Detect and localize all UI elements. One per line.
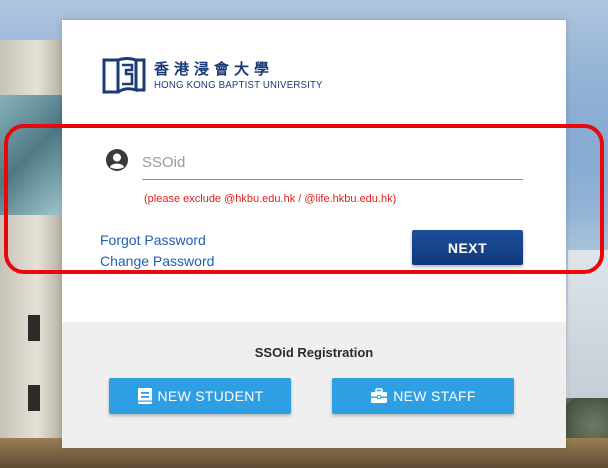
university-logo: 香港浸會大學 HONG KONG BAPTIST UNIVERSITY xyxy=(102,56,337,96)
new-student-label: NEW STUDENT xyxy=(157,388,264,404)
book-icon xyxy=(137,388,152,404)
forgot-password-link[interactable]: Forgot Password xyxy=(100,232,206,248)
background-window xyxy=(28,315,40,341)
change-password-link[interactable]: Change Password xyxy=(100,253,214,269)
registration-title: SSOid Registration xyxy=(254,345,374,360)
briefcase-icon xyxy=(371,388,388,403)
new-staff-button[interactable]: NEW STAFF xyxy=(332,378,514,414)
new-student-button[interactable]: NEW STUDENT xyxy=(109,378,291,414)
next-button[interactable]: NEXT xyxy=(412,230,523,265)
background-window xyxy=(28,385,40,411)
login-card: 香港浸會大學 HONG KONG BAPTIST UNIVERSITY (ple… xyxy=(62,20,566,448)
new-staff-label: NEW STAFF xyxy=(393,388,476,404)
university-name-english: HONG KONG BAPTIST UNIVERSITY xyxy=(154,79,323,91)
university-name-chinese: 香港浸會大學 xyxy=(154,60,275,78)
background-glass-facade xyxy=(0,95,62,215)
ssoid-hint: (please exclude @hkbu.edu.hk / @life.hkb… xyxy=(144,193,397,205)
hkbu-logo-icon xyxy=(102,57,146,94)
user-circle-icon xyxy=(106,149,128,171)
ssoid-input[interactable] xyxy=(142,146,523,180)
ssoid-field xyxy=(106,146,523,182)
